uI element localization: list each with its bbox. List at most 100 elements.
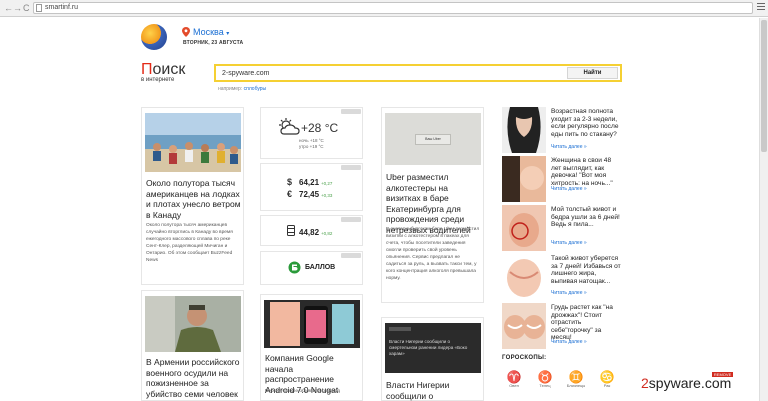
side-ad[interactable]: Мой толстый живот и бедра ушли за 6 дней… (502, 205, 622, 253)
news-card[interactable]: Власти Нигерии сообщили о смертельном ра… (381, 317, 484, 401)
eur-value: 72,45 (299, 190, 320, 199)
oil-rate: 44,82 +0,82 (299, 228, 332, 237)
horoscope-sign[interactable]: ♈ Овен (504, 371, 524, 388)
menu-icon[interactable] (757, 3, 765, 12)
page-icon (36, 4, 42, 12)
side-ad[interactable]: Такой живот уберется за 7 дней! Избавься… (502, 254, 622, 302)
horoscope-title: ГОРОСКОПЫ: (502, 355, 547, 361)
news-card[interactable]: Ваш Uber Uber разместил алкотестеры на в… (381, 107, 484, 303)
side-ad-text[interactable]: Такой живот уберется за 7 дней! Избавься… (551, 255, 623, 285)
points-widget[interactable]: БАЛЛОВ (260, 251, 363, 285)
usd-delta: +0,27 (321, 181, 333, 186)
watermark-number: 2 (641, 375, 649, 391)
uber-card-caption: Ваш Uber (415, 134, 451, 145)
news-image-soldier (145, 296, 241, 352)
read-more-link[interactable]: Читать далее » (551, 290, 587, 296)
news-title[interactable]: Около полутора тысяч американцев на лодк… (146, 178, 242, 220)
side-ad-text[interactable]: Мой толстый живот и бедра ушли за 6 дней… (551, 206, 623, 229)
watermark-logo: 2spyware.com REMOVE (641, 372, 734, 391)
dollar-icon: $ (287, 177, 293, 187)
side-ad-text[interactable]: Возрастная полнота уходит за 2-3 недели,… (551, 108, 623, 138)
side-ad[interactable]: Женщина в свои 48 лет выглядит, как дево… (502, 156, 622, 204)
location-pin-icon (182, 27, 190, 37)
news-title[interactable]: В Армении российского военного осудили н… (146, 357, 242, 399)
side-ad-text[interactable]: Грудь растет как "на дрожжах"! Стоит отр… (551, 304, 623, 342)
read-more-link[interactable]: Читать далее » (551, 240, 587, 246)
side-ad-image (502, 205, 546, 251)
side-ad[interactable]: Возрастная полнота уходит за 2-3 недели,… (502, 107, 622, 155)
news-image-logo (389, 327, 411, 331)
news-text: В екатеринбургском баре Uber разместил в… (386, 227, 480, 281)
weather-morning: утро +19 °C (299, 144, 324, 149)
news-title[interactable]: Власти Нигерии сообщили о (386, 380, 482, 401)
side-ad-image (502, 156, 546, 202)
side-ad[interactable]: Грудь растет как "на дрожжах"! Стоит отр… (502, 303, 622, 351)
city-selector[interactable]: Москва ▾ (193, 27, 229, 37)
gemini-icon: ♊ (568, 370, 584, 384)
usd-rate: 64,21 +0,27 (299, 178, 332, 187)
eur-rate: 72,45 +0,33 (299, 190, 332, 199)
read-more-link[interactable]: Читать далее » (551, 339, 587, 345)
brand-word: оиск (152, 61, 186, 78)
hint-link[interactable]: сплобуры (244, 86, 267, 92)
widget-tag (341, 217, 361, 222)
news-image-android-phone (264, 300, 360, 348)
news-image-uber: Ваш Uber (385, 113, 481, 165)
search-input[interactable] (218, 67, 563, 79)
weather-temperature: +28 °C (301, 121, 339, 135)
read-more-link[interactable]: Читать далее » (551, 186, 587, 192)
nigeria-image-caption: Власти Нигерии сообщили о смертельном ра… (389, 339, 468, 356)
horoscope-sign[interactable]: ♊ Близнецы (566, 371, 586, 388)
side-ad-text[interactable]: Женщина в свои 48 лет выглядит, как дево… (551, 157, 623, 187)
eur-delta: +0,33 (321, 193, 333, 198)
horoscope-sign[interactable]: ♋ Рак (597, 371, 617, 388)
euro-icon: € (287, 189, 293, 199)
oil-delta: +0,82 (321, 231, 333, 236)
scrollbar[interactable] (759, 18, 768, 401)
points-badge-icon (288, 261, 301, 274)
chevron-down-icon: ▾ (226, 31, 230, 37)
news-card[interactable]: Около полутора тысяч американцев на лодк… (141, 107, 244, 285)
news-image-beach (145, 113, 241, 172)
news-card[interactable]: Компания Google начала распространение A… (260, 294, 363, 401)
read-more-link[interactable]: Читать далее » (551, 144, 587, 150)
brand-initial: П (141, 61, 153, 78)
back-icon[interactable]: ← (4, 3, 13, 13)
oil-barrel-icon (287, 225, 295, 236)
side-ad-image (502, 107, 546, 153)
current-date: ВТОРНИК, 23 АВГУСТА (183, 40, 244, 46)
usd-value: 64,21 (299, 178, 320, 187)
address-bar[interactable]: smartinf.ru (33, 2, 753, 14)
cancer-icon: ♋ (599, 370, 615, 384)
watermark-text: spyware.com (648, 375, 732, 391)
sign-name: Близнецы (566, 383, 586, 388)
browser-toolbar: ← → C smartinf.ru (0, 0, 768, 17)
city-label: Москва (193, 27, 224, 37)
oil-value: 44,82 (299, 228, 320, 237)
news-text: Около полутора тысяч американцев случайн… (146, 223, 233, 263)
reload-icon[interactable]: C (23, 3, 30, 13)
site-logo-icon[interactable] (141, 24, 167, 50)
forward-icon[interactable]: → (13, 3, 22, 13)
watermark-tag: REMOVE (711, 372, 734, 377)
widget-tag (341, 109, 361, 114)
weather-cloud-sun-icon (279, 118, 300, 135)
points-label: БАЛЛОВ (305, 264, 336, 271)
scrollbar-thumb[interactable] (761, 20, 767, 152)
address-url: smartinf.ru (45, 4, 79, 11)
currency-widget[interactable] (260, 163, 363, 211)
side-ad-image (502, 254, 546, 300)
aries-icon: ♈ (506, 370, 522, 384)
weather-forecast: ночь +18 °C утро +19 °C (299, 138, 324, 150)
side-ad-image (502, 303, 546, 349)
news-text: Версия Google объявила о выход (265, 389, 340, 394)
horoscope-sign[interactable]: ♉ Телец (535, 371, 555, 388)
search-hint: например: сплобуры (218, 86, 266, 92)
taurus-icon: ♉ (537, 370, 553, 384)
widget-tag (341, 165, 361, 170)
search-button[interactable]: Найти (567, 67, 618, 79)
brand-logo[interactable]: Поиск в интернете (141, 61, 186, 84)
news-image-nigeria: Власти Нигерии сообщили о смертельном ра… (385, 323, 481, 373)
news-card[interactable]: В Армении российского военного осудили н… (141, 290, 244, 401)
search-box: Найти (214, 64, 622, 82)
